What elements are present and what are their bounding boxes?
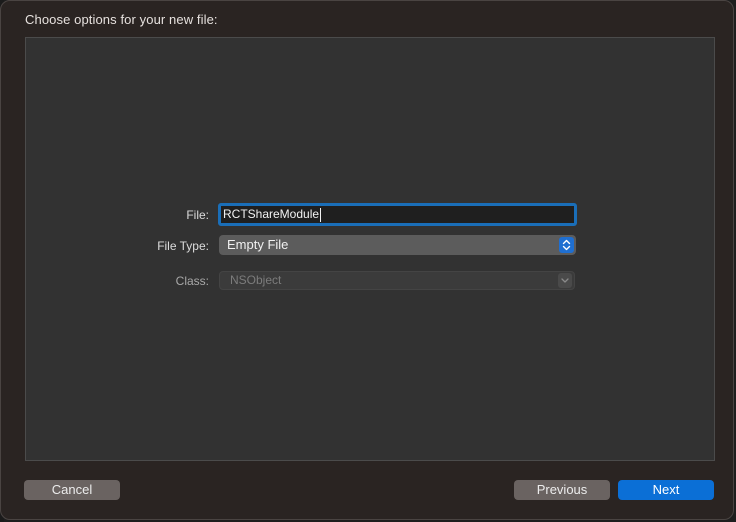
text-caret (320, 207, 322, 222)
new-file-options-sheet: Choose options for your new file: File: … (0, 0, 734, 520)
up-down-chevron-icon (559, 237, 574, 253)
file-type-popup[interactable]: Empty File (219, 235, 576, 255)
chevron-down-icon (558, 273, 572, 288)
previous-button[interactable]: Previous (514, 480, 610, 500)
dialog-title: Choose options for your new file: (25, 12, 218, 27)
file-name-value: RCTShareModule (223, 207, 320, 221)
cancel-button[interactable]: Cancel (24, 480, 120, 500)
next-button[interactable]: Next (618, 480, 714, 500)
class-value: NSObject (230, 273, 282, 287)
class-popup[interactable]: NSObject (219, 271, 575, 290)
file-type-label: File Type: (157, 239, 209, 253)
file-type-value: Empty File (227, 237, 289, 252)
file-label: File: (186, 208, 209, 222)
options-panel: File: RCTShareModule File Type: Empty Fi… (25, 37, 715, 461)
class-label: Class: (175, 274, 209, 288)
file-name-field[interactable]: RCTShareModule (218, 203, 577, 226)
